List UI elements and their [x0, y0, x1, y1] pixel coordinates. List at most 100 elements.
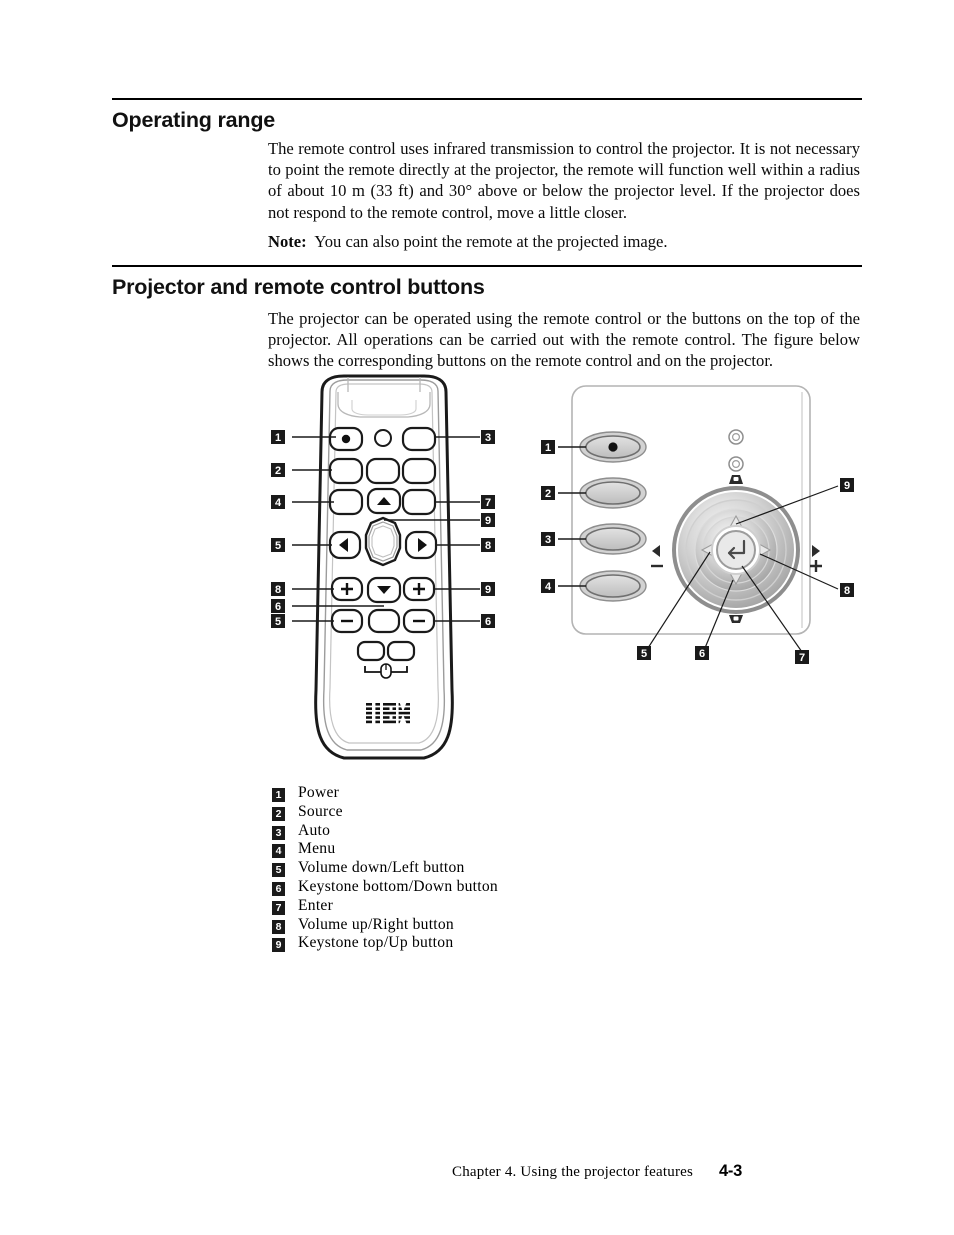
document-page: Operating range The remote control uses … — [0, 0, 954, 1235]
keystone-bottom-icon — [729, 615, 743, 623]
heading-operating-range: Operating range — [112, 108, 276, 132]
led-indicators — [728, 429, 744, 472]
projector-panel-illustration — [558, 385, 839, 653]
svg-text:2: 2 — [275, 465, 281, 477]
callout-badge: 4 — [541, 579, 555, 593]
list-item: 3 Auto — [272, 822, 692, 841]
legend-label: Power — [298, 784, 340, 801]
note-operating-range: Note: You can also point the remote at t… — [268, 231, 860, 252]
dial-up-arrow — [729, 514, 743, 528]
remote-button-enter — [401, 488, 437, 516]
callout-badge: 3 — [541, 532, 555, 546]
legend-label: Volume down/Left button — [298, 859, 465, 877]
svg-text:7: 7 — [485, 497, 491, 509]
svg-text:2: 2 — [545, 488, 551, 500]
list-item: 2 Source — [272, 803, 692, 822]
figure-callout-badges: 1 2 4 5 8 6 5 3 7 9 8 9 6 1 2 3 4 9 8 5 … — [271, 430, 854, 664]
remote-button-auto — [401, 426, 437, 452]
callout-badge: 9 — [481, 582, 495, 596]
ibm-logo — [366, 701, 410, 725]
legend-badge: 3 — [272, 825, 285, 840]
callout-badge: 6 — [695, 646, 709, 660]
section-rule — [112, 265, 862, 267]
callout-badge: 7 — [795, 650, 809, 664]
remote-button-keystone-up — [402, 576, 436, 602]
callout-badge: 6 — [481, 614, 495, 628]
projector-navigation-dial — [672, 486, 800, 614]
keystone-top-icon — [729, 475, 743, 484]
remote-button-mouse-left — [356, 640, 386, 662]
remote-button-power — [328, 426, 364, 452]
legend-label: Auto — [298, 821, 331, 839]
dial-volume-up-marker — [812, 545, 820, 557]
svg-text:8: 8 — [485, 540, 491, 552]
svg-text:9: 9 — [844, 480, 850, 492]
paragraph-operating-range: The remote control uses infrared transmi… — [268, 139, 860, 222]
callout-badge: 2 — [271, 463, 285, 477]
svg-text:6: 6 — [275, 601, 281, 613]
projector-power-dot — [608, 442, 618, 452]
dial-volume-down-marker — [652, 545, 660, 557]
dial-down-arrow — [729, 572, 743, 586]
note-text: You can also point the remote at the pro… — [314, 232, 668, 251]
svg-text:6: 6 — [699, 648, 705, 660]
callout-badge: 5 — [271, 614, 285, 628]
heading-projector-buttons: Projector and remote control buttons — [112, 275, 485, 299]
legend-label: Volume up/Right button — [298, 915, 454, 933]
legend-badge: 1 — [272, 788, 285, 802]
section-projector-buttons: Projector and remote control buttons — [112, 265, 862, 300]
svg-text:8: 8 — [275, 584, 281, 596]
list-item: 6 Keystone bottom/Down button — [272, 878, 692, 897]
remote-button-right — [404, 530, 438, 560]
svg-text:6: 6 — [485, 616, 491, 628]
callout-badge: 4 — [271, 495, 285, 509]
remote-button-source — [328, 457, 364, 485]
callout-badge: 8 — [481, 538, 495, 552]
svg-text:1: 1 — [545, 442, 551, 454]
callout-badge: 3 — [481, 430, 495, 444]
section-rule — [112, 98, 862, 100]
svg-text:7: 7 — [799, 652, 805, 664]
legend-label: Menu — [298, 840, 336, 858]
legend-label: Keystone top/Up button — [298, 934, 454, 952]
legend-badge: 2 — [272, 806, 285, 821]
list-item: 1 Power — [272, 784, 692, 803]
remote-button-volume-up — [330, 576, 364, 602]
svg-text:3: 3 — [485, 432, 491, 444]
callout-badge: 5 — [271, 538, 285, 552]
svg-text:8: 8 — [844, 585, 850, 597]
legend-badge: 8 — [272, 919, 285, 934]
svg-text:3: 3 — [545, 534, 551, 546]
footer-chapter: Chapter 4. Using the projector features — [451, 1164, 694, 1180]
dial-left-arrow — [700, 543, 714, 557]
callout-badge: 7 — [481, 495, 495, 509]
svg-text:4: 4 — [275, 497, 282, 509]
callout-badge: 2 — [541, 486, 555, 500]
svg-text:4: 4 — [545, 581, 552, 593]
list-item: 9 Keystone top/Up button — [272, 934, 692, 953]
legend-label: Enter — [298, 896, 334, 914]
remote-button-mouse-right — [386, 640, 416, 662]
legend-badge: 6 — [272, 881, 285, 896]
remote-button-keystone-top — [366, 487, 402, 515]
remote-button-menu — [328, 488, 364, 516]
list-item: 4 Menu — [272, 840, 692, 859]
remote-control-illustration — [292, 374, 480, 760]
remote-button-left — [328, 530, 362, 560]
callout-badge: 9 — [481, 513, 495, 527]
remote-button-volume-down — [330, 608, 364, 634]
callout-badge: 9 — [840, 478, 854, 492]
list-item: 5 Volume down/Left button — [272, 859, 692, 878]
projector-oval-buttons — [579, 431, 647, 602]
legend-label: Keystone bottom/Down button — [298, 877, 498, 895]
svg-text:9: 9 — [485, 584, 491, 596]
callout-badge: 1 — [271, 430, 285, 444]
figure-legend: 1 Power 2 Source 3 Auto 4 Menu 5 Volume … — [272, 784, 692, 953]
callout-badge: 5 — [637, 646, 651, 660]
callout-badge: 8 — [271, 582, 285, 596]
note-label: Note: — [268, 232, 307, 251]
legend-badge: 4 — [272, 844, 285, 859]
callout-badge: 8 — [840, 583, 854, 597]
svg-text:5: 5 — [641, 648, 647, 660]
list-item: 8 Volume up/Right button — [272, 916, 692, 935]
